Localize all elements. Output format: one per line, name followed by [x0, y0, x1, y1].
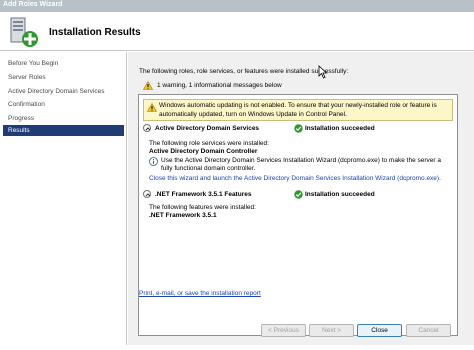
info-text: Use the Active Directory Domain Services…	[161, 157, 441, 172]
sidebar-item-ad-ds[interactable]: Active Directory Domain Services	[3, 86, 124, 97]
section-title: .NET Framework 3.5.1 Features	[155, 191, 252, 198]
ad-ds-info: Use the Active Directory Domain Services…	[149, 157, 449, 173]
window-title: Add Roles Wizard	[3, 1, 63, 8]
sidebar-item-label: Progress	[8, 115, 35, 122]
installation-report-link[interactable]: Print, e-mail, or save the installation …	[139, 290, 261, 297]
sidebar-item-label: Before You Begin	[8, 60, 59, 67]
wizard-steps-sidebar: Before You Begin Server Roles Active Dir…	[0, 52, 127, 345]
launch-dcpromo-link[interactable]: Close this wizard and launch the Active …	[149, 175, 441, 182]
results-intro: The following roles, role services, or f…	[139, 68, 349, 75]
results-details-panel: Windows automatic updating is not enable…	[138, 94, 458, 336]
installed-label: The following features were installed:	[149, 204, 256, 211]
section-status: Installation succeeded	[305, 191, 375, 198]
success-check-icon	[294, 124, 303, 133]
sidebar-item-label: Server Roles	[8, 74, 46, 81]
window-title-bar: Add Roles Wizard	[0, 0, 474, 12]
mouse-cursor-icon	[318, 65, 328, 79]
message-summary-text: 1 warning, 1 informational messages belo…	[157, 82, 282, 89]
section-net-framework-header: .NET Framework 3.5.1 Features Installati…	[143, 190, 453, 200]
collapse-chevron-icon[interactable]	[143, 124, 151, 132]
warning-icon	[147, 103, 157, 112]
info-icon	[149, 157, 158, 166]
sidebar-item-progress[interactable]: Progress	[3, 113, 124, 124]
wizard-footer: < Previous Next > Close Cancel	[128, 312, 474, 345]
sidebar-item-results[interactable]: Results	[3, 125, 124, 136]
warning-icon	[142, 80, 154, 90]
sidebar-item-label: Confirmation	[8, 101, 45, 108]
sidebar-item-before-you-begin[interactable]: Before You Begin	[3, 58, 124, 69]
warning-text: Windows automatic updating is not enable…	[159, 102, 437, 118]
wizard-header: Installation Results	[0, 12, 474, 51]
message-summary: 1 warning, 1 informational messages belo…	[142, 80, 282, 92]
sidebar-item-label: Active Directory Domain Services	[8, 88, 105, 95]
sidebar-item-label: Results	[8, 127, 30, 134]
results-pane: The following roles, role services, or f…	[128, 52, 474, 345]
collapse-chevron-icon[interactable]	[143, 190, 151, 198]
success-check-icon	[294, 190, 303, 199]
page-title: Installation Results	[49, 27, 141, 38]
server-roles-add-icon	[10, 17, 38, 47]
installed-label: The following role services were install…	[149, 140, 269, 147]
cancel-button[interactable]: Cancel	[406, 324, 451, 337]
windows-update-warning: Windows automatic updating is not enable…	[143, 99, 453, 121]
section-ad-ds-header: Active Directory Domain Services Install…	[143, 124, 453, 134]
sidebar-item-server-roles[interactable]: Server Roles	[3, 72, 124, 83]
section-title: Active Directory Domain Services	[155, 125, 260, 132]
installed-item: .NET Framework 3.5.1	[149, 212, 217, 219]
section-status: Installation succeeded	[305, 125, 375, 132]
window-bottom-edge	[0, 345, 474, 350]
previous-button[interactable]: < Previous	[261, 324, 306, 337]
installed-item: Active Directory Domain Controller	[149, 148, 258, 155]
next-button[interactable]: Next >	[309, 324, 354, 337]
sidebar-item-confirmation[interactable]: Confirmation	[3, 99, 124, 110]
close-button[interactable]: Close	[357, 324, 402, 337]
